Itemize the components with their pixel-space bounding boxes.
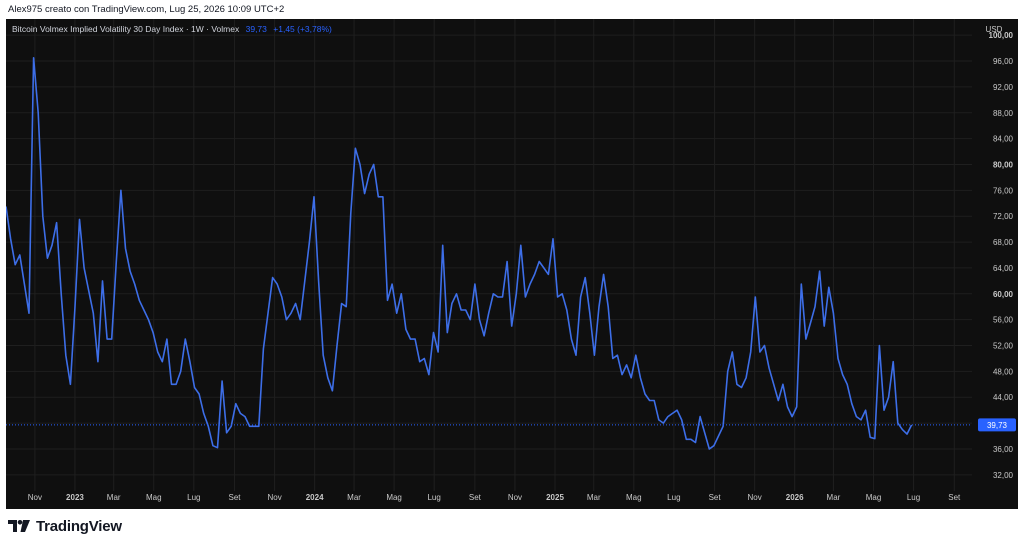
tradingview-logo-icon [8, 520, 30, 532]
chart-attribution-header: Alex975 creato con TradingView.com, Lug … [8, 4, 285, 15]
series-line[interactable] [6, 57, 913, 450]
series-last-value: 39,73 [245, 24, 267, 34]
y-tick-label: 80,00 [993, 160, 1014, 169]
y-tick-label: 48,00 [993, 367, 1014, 376]
x-tick-label: Set [948, 493, 961, 502]
x-tick-label: 2024 [306, 493, 324, 502]
last-value-badge: 39,73 [978, 418, 1016, 432]
x-tick-label: Set [469, 493, 482, 502]
x-tick-label: Nov [28, 493, 42, 502]
series-change: +1,45 (+3,78%) [273, 24, 332, 34]
y-tick-label: 52,00 [993, 342, 1014, 351]
x-tick-label: Mar [347, 493, 361, 502]
x-tick-label: Mag [866, 493, 882, 502]
x-tick-label: 2023 [66, 493, 84, 502]
x-tick-label: Set [229, 493, 242, 502]
x-tick-label: Nov [748, 493, 762, 502]
x-tick-label: Nov [267, 493, 281, 502]
x-tick-label: Set [709, 493, 722, 502]
y-tick-label: 56,00 [993, 316, 1014, 325]
x-tick-label: 2025 [546, 493, 564, 502]
x-tick-label: Mag [146, 493, 162, 502]
x-tick-label: Nov [508, 493, 522, 502]
y-tick-label: 92,00 [993, 83, 1014, 92]
series-line-group [6, 57, 913, 450]
y-tick-label: 76,00 [993, 186, 1014, 195]
y-tick-label: 36,00 [993, 445, 1014, 454]
x-tick-label: Lug [427, 493, 440, 502]
tradingview-brand: TradingView [36, 517, 122, 535]
series-legend[interactable]: Bitcoin Volmex Implied Volatility 30 Day… [12, 24, 332, 35]
x-tick-label: Mar [827, 493, 841, 502]
y-tick-label: 32,00 [993, 471, 1014, 480]
y-tick-label: 88,00 [993, 109, 1014, 118]
series-title: Bitcoin Volmex Implied Volatility 30 Day… [12, 24, 240, 34]
time-axis: Nov 2023 Mar Mag Lug Set Nov 2024 Mar Mag Lug Set No… [28, 493, 961, 502]
y-tick-label: 68,00 [993, 238, 1014, 247]
x-tick-label: Lug [187, 493, 200, 502]
y-tick-label: 72,00 [993, 212, 1014, 221]
x-tick-label: Mag [386, 493, 402, 502]
x-tick-label: Lug [907, 493, 920, 502]
x-tick-label: Lug [667, 493, 680, 502]
last-value-badge-label: 39,73 [987, 421, 1008, 430]
x-tick-label: 2026 [786, 493, 804, 502]
grid-lines [6, 19, 972, 491]
y-tick-label: 60,00 [993, 290, 1014, 299]
x-tick-label: Mar [107, 493, 121, 502]
y-tick-label: 96,00 [993, 57, 1014, 66]
brand-footer: TradingView [8, 517, 122, 535]
chart-panel[interactable]: USD 32,0036,0040,0044,0048,0052,0056,006… [6, 19, 1018, 509]
price-chart[interactable]: USD 32,0036,0040,0044,0048,0052,0056,006… [6, 19, 1018, 509]
y-tick-label: 44,00 [993, 393, 1014, 402]
x-tick-label: Mar [587, 493, 601, 502]
y-tick-label: 64,00 [993, 264, 1014, 273]
y-tick-label: 100,00 [989, 31, 1014, 40]
y-tick-label: 84,00 [993, 135, 1014, 144]
x-tick-label: Mag [626, 493, 642, 502]
